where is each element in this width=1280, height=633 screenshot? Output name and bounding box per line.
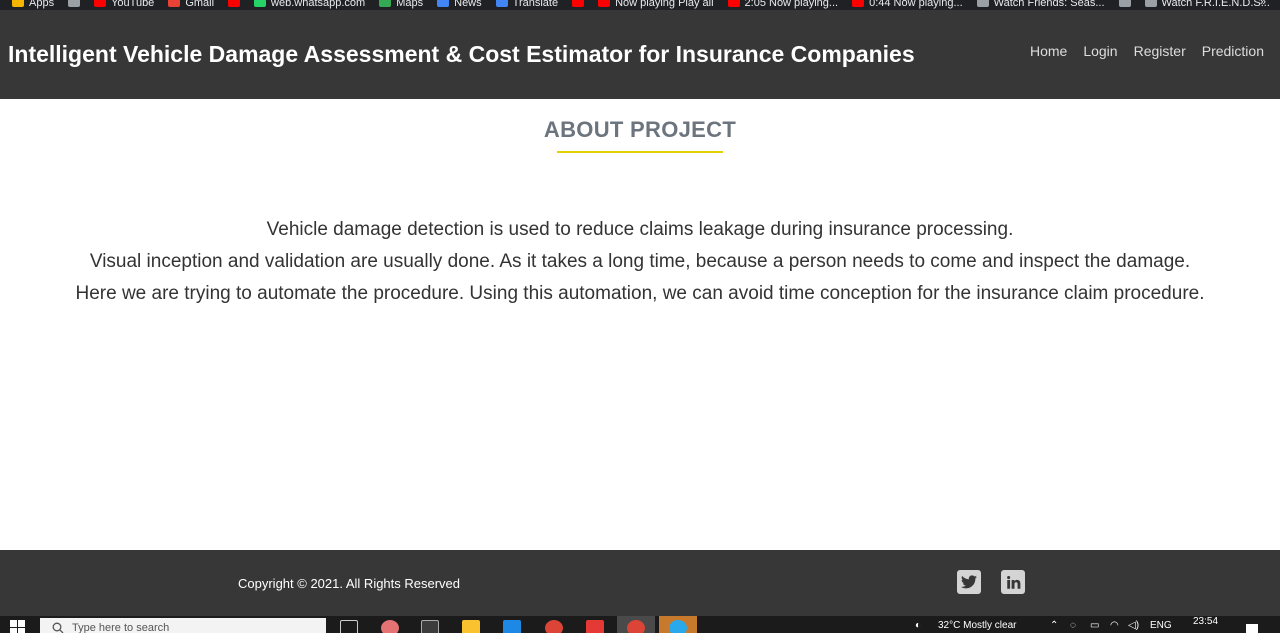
tray-wifi-icon[interactable]: ◠ [1110,620,1119,631]
notification-icon[interactable] [1246,624,1258,633]
tray-chevron-icon[interactable]: ⌃ [1050,620,1058,631]
taskbar-clock[interactable]: 23:54 [1193,616,1218,627]
tray-battery-icon[interactable]: ▭ [1090,620,1099,631]
about-description: Vehicle damage detection is used to redu… [0,214,1280,310]
bookmark-label: web.whatsapp.com [271,0,366,9]
weather-icon[interactable]: ◐ [915,620,921,631]
file-explorer-icon[interactable] [462,620,480,633]
bookmarks-overflow-button[interactable]: » [1260,0,1266,8]
copyright-text: Copyright © 2021. All Rights Reserved [238,576,461,591]
os-taskbar: Type here to search ◐ 32°C Mostly clear … [0,616,1280,633]
nav-home-link[interactable]: Home [1030,43,1067,59]
site-header: Intelligent Vehicle Damage Assessment & … [0,10,1280,99]
bookmarks-bar: Apps YouTube Gmail web.whatsapp.com Maps News… [0,0,1280,10]
bookmark-item[interactable]: 2:05 Now playing... [727,0,839,9]
terminal-app-icon[interactable] [421,620,439,633]
heading-underline [557,151,723,153]
bookmark-favicon-icon [379,0,392,7]
site-footer: Copyright © 2021. All Rights Reserved [0,550,1280,616]
bookmark-favicon-icon [495,0,508,7]
telegram-icon[interactable] [669,620,687,633]
taskbar-search-placeholder: Type here to search [72,622,170,633]
bookmark-favicon-icon [727,0,740,7]
chrome-active-icon[interactable] [627,620,645,633]
about-heading-wrap: ABOUT PROJECT [0,117,1280,143]
bookmark-label: Watch Friends: Seas... [993,0,1105,9]
bookmark-favicon-icon [1144,0,1157,7]
bookmark-favicon-icon [852,0,865,7]
bookmark-item[interactable]: Maps [379,0,423,9]
bookmarks-row: Apps YouTube Gmail web.whatsapp.com Maps News… [0,0,1280,10]
search-icon [52,622,64,633]
bookmark-item[interactable] [1118,0,1131,7]
bookmark-favicon-icon [228,0,241,7]
nav-login-link[interactable]: Login [1083,43,1117,59]
bookmark-favicon-icon [598,0,611,7]
bookmark-favicon-icon [1118,0,1131,7]
main-nav: Home Login Register Prediction [1030,43,1264,59]
site-title[interactable]: Intelligent Vehicle Damage Assessment & … [8,41,915,68]
bookmark-item[interactable]: Watch F.R.I.E.N.D.S... [1144,0,1270,9]
app-icon-red[interactable] [586,620,604,633]
tray-language[interactable]: ENG [1150,620,1172,631]
bookmark-favicon-icon [976,0,989,7]
bookmark-item[interactable]: Watch Friends: Seas... [976,0,1105,9]
bookmark-label: 0:44 Now playing... [869,0,963,9]
task-view-icon[interactable] [340,620,358,633]
about-line-3: Here we are trying to automate the proce… [75,283,1205,304]
bookmark-label: Translate [512,0,559,9]
bookmark-label: Watch F.R.I.E.N.D.S... [1161,0,1270,9]
bookmark-item[interactable] [572,0,585,7]
bookmark-item[interactable] [228,0,241,7]
twitter-icon[interactable] [957,570,981,594]
bookmark-label: 2:05 Now playing... [744,0,839,9]
bookmark-label: Now playing Play all [615,0,714,9]
bookmark-item[interactable]: Apps [12,0,54,9]
vscode-icon[interactable] [503,620,521,633]
weather-text[interactable]: 32°C Mostly clear [938,620,1016,631]
bookmark-item[interactable]: YouTube [94,0,154,9]
bookmark-item[interactable] [68,0,81,7]
about-line-2: Visual inception and validation are usua… [89,251,1191,272]
about-line-1: Vehicle damage detection is used to redu… [266,219,1014,240]
tray-volume-icon[interactable]: ◁) [1128,620,1139,631]
bookmark-item[interactable]: Gmail [168,0,214,9]
bookmark-favicon-icon [572,0,585,7]
bookmark-favicon-icon [94,0,107,7]
about-heading: ABOUT PROJECT [543,117,737,142]
bookmark-label: Apps [29,0,55,9]
linkedin-icon[interactable] [1001,570,1025,594]
bookmark-favicon-icon [12,0,24,7]
bookmark-item[interactable]: Now playing Play all [598,0,714,9]
bookmark-label: Maps [396,0,424,9]
bookmark-favicon-icon [254,0,267,7]
bookmark-label: YouTube [111,0,155,9]
bookmark-label: Gmail [185,0,215,9]
windows-start-icon[interactable] [10,620,26,633]
bookmark-item[interactable]: News [437,0,482,9]
paint-app-icon[interactable] [381,620,399,633]
bookmark-favicon-icon [68,0,81,7]
bookmark-item[interactable]: Translate [495,0,559,9]
nav-register-link[interactable]: Register [1134,43,1186,59]
bookmark-item[interactable]: web.whatsapp.com [254,0,365,9]
bookmark-favicon-icon [168,0,181,7]
bookmark-label: News [454,0,482,9]
nav-prediction-link[interactable]: Prediction [1202,43,1264,59]
bookmark-favicon-icon [437,0,450,7]
tray-network-icon[interactable]: ◌ [1070,620,1076,631]
chrome-icon[interactable] [545,620,563,633]
taskbar-search-box[interactable]: Type here to search [40,618,326,633]
bookmark-item[interactable]: 0:44 Now playing... [852,0,963,9]
